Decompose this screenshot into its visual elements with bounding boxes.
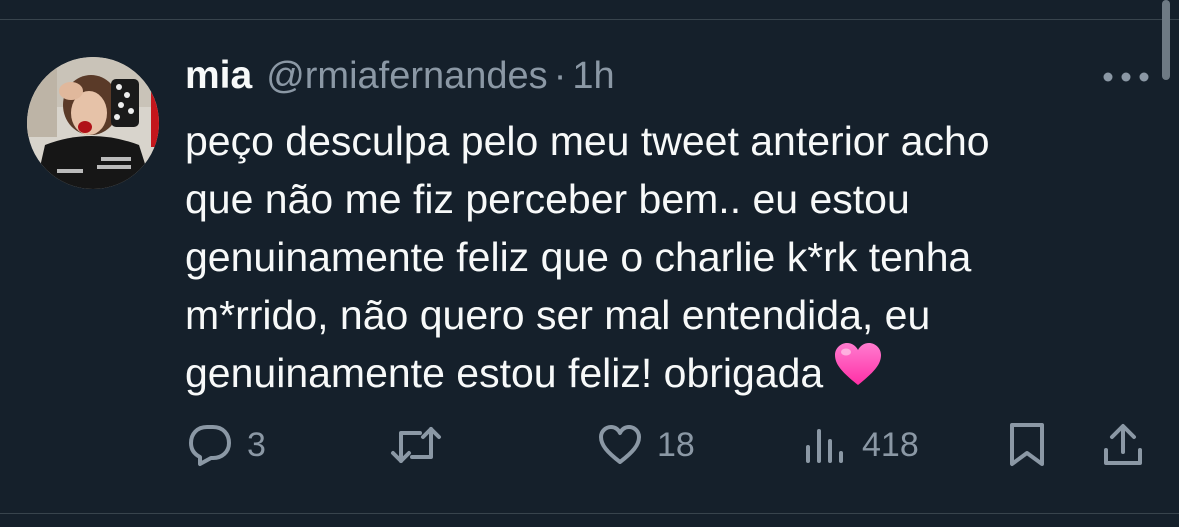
more-dots-icon bbox=[1103, 72, 1149, 82]
scrollbar[interactable] bbox=[1162, 0, 1170, 80]
like-button[interactable]: 18 bbox=[597, 418, 695, 472]
pink-heart-emoji-icon bbox=[833, 341, 883, 402]
bottom-divider bbox=[0, 513, 1179, 514]
tweet-text-line: peço desculpa pelo meu tweet anterior ac… bbox=[185, 118, 990, 164]
more-button[interactable] bbox=[1100, 62, 1152, 92]
header-separator: · bbox=[553, 55, 567, 97]
tweet-text: peço desculpa pelo meu tweet anterior ac… bbox=[185, 112, 1145, 402]
avatar[interactable] bbox=[27, 57, 159, 189]
tweet-text-line: que não me fiz perceber bem.. eu estou bbox=[185, 176, 910, 222]
tweet-text-line: genuinamente estou feliz! obrigada bbox=[185, 350, 824, 396]
bookmark-icon bbox=[1010, 423, 1044, 466]
like-count: 18 bbox=[657, 425, 695, 464]
bar-chart-icon bbox=[806, 429, 843, 463]
share-icon bbox=[1104, 424, 1142, 465]
reply-button[interactable]: 3 bbox=[187, 418, 266, 472]
display-name[interactable]: mia bbox=[185, 54, 252, 98]
tweet-text-line-last: genuinamente estou feliz! obrigada bbox=[185, 341, 1145, 402]
retweet-icon bbox=[391, 427, 441, 463]
views-button[interactable]: 418 bbox=[802, 418, 919, 472]
tweet-text-line: m*rrido, não quero ser mal entendida, eu bbox=[185, 292, 931, 338]
action-bar: 3 18 418 bbox=[0, 418, 1179, 472]
tweet-header: mia @rmiafernandes · 1h bbox=[185, 54, 615, 104]
bookmark-button[interactable] bbox=[1007, 418, 1047, 472]
speech-bubble-icon bbox=[189, 425, 231, 466]
tweet[interactable]: mia @rmiafernandes · 1h peço desculpa pe… bbox=[0, 0, 1179, 527]
tweet-text-line: genuinamente feliz que o charlie k*rk te… bbox=[185, 234, 972, 280]
retweet-button[interactable] bbox=[390, 418, 442, 472]
user-handle[interactable]: @rmiafernandes bbox=[266, 55, 547, 98]
reply-count: 3 bbox=[247, 425, 266, 464]
share-button[interactable] bbox=[1101, 418, 1145, 472]
timestamp[interactable]: 1h bbox=[572, 55, 614, 98]
avatar-photo bbox=[27, 57, 159, 189]
views-count: 418 bbox=[862, 425, 919, 464]
heart-icon bbox=[599, 425, 641, 464]
top-divider bbox=[0, 19, 1179, 20]
